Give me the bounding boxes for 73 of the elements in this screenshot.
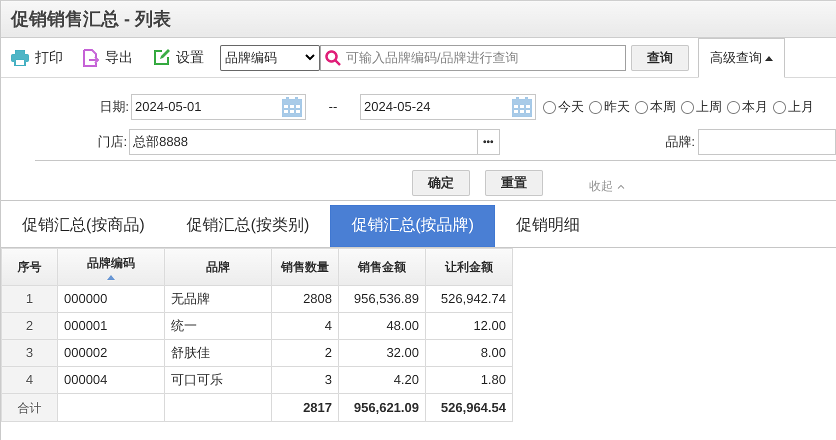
tab[interactable]: 促销汇总(按商品)	[1, 205, 166, 247]
toolbar-button[interactable]: 设置	[153, 47, 204, 68]
date-radio[interactable]: 上月	[773, 97, 814, 117]
calendar-icon[interactable]	[512, 97, 532, 117]
table-cell: 000001	[58, 312, 164, 340]
table-cell: 526,942.74	[426, 286, 512, 312]
row-number: 3	[2, 340, 58, 366]
date-label: 日期:	[98, 98, 130, 116]
toolbar-button[interactable]: 打印	[11, 47, 63, 68]
date-radio[interactable]: 本月	[727, 97, 768, 117]
advanced-search-tab[interactable]: 高级查询	[698, 38, 785, 78]
column-header[interactable]: 让利金额	[426, 248, 512, 286]
column-header[interactable]: 销售数量	[272, 248, 338, 286]
caret-up-icon	[765, 56, 773, 60]
date-radio[interactable]: 上周	[681, 97, 722, 117]
column-header[interactable]: 品牌编码	[58, 248, 164, 286]
tab[interactable]: 促销汇总(按品牌)	[330, 205, 495, 247]
printer-icon	[11, 50, 29, 66]
tab[interactable]: 促销汇总(按类别)	[166, 205, 330, 247]
column-header[interactable]: 品牌	[164, 248, 272, 286]
search-field[interactable]: 可输入品牌编码/品牌进行查询	[320, 44, 626, 70]
table-cell: 无品牌	[164, 286, 272, 312]
store-label: 门店:	[96, 133, 128, 152]
date-radio[interactable]: 今天	[543, 97, 584, 117]
calendar-icon[interactable]	[282, 97, 302, 117]
edit-icon	[153, 49, 170, 66]
table-cell: 32.00	[338, 340, 426, 366]
table-cell: 3	[272, 366, 338, 394]
search-icon	[325, 50, 341, 66]
chevron-up-icon	[617, 184, 625, 188]
table-cell: 12.00	[426, 312, 512, 340]
column-header[interactable]: 销售金额	[338, 248, 426, 286]
table-cell: 956,536.89	[338, 286, 426, 312]
brand-label: 品牌:	[664, 133, 696, 152]
table-cell: 8.00	[426, 340, 512, 366]
date-radio[interactable]: 昨天	[589, 97, 630, 117]
row-number: 1	[2, 286, 58, 312]
row-number: 4	[2, 366, 58, 394]
start-date-field[interactable]: 2024-05-01	[131, 94, 306, 120]
table-cell: 000002	[58, 340, 164, 366]
table-cell: 舒肤佳	[164, 340, 272, 366]
table-cell: 2808	[272, 286, 338, 312]
column-header[interactable]: 序号	[2, 248, 58, 286]
table-cell: 可口可乐	[164, 366, 272, 394]
export-file-icon	[83, 48, 99, 66]
table-cell: 48.00	[338, 312, 426, 340]
search-button[interactable]: 查询	[631, 44, 689, 70]
window-title: 促销销售汇总 - 列表	[11, 8, 171, 30]
confirm-button[interactable]: 确定	[412, 170, 470, 196]
table-cell: 统一	[164, 312, 272, 340]
brand-field[interactable]	[698, 129, 836, 155]
search-type-select[interactable]: 品牌编码	[220, 44, 320, 70]
chevron-down-icon	[305, 54, 315, 61]
total-cell: 526,964.54	[426, 394, 512, 422]
total-cell: 2817	[272, 394, 338, 422]
end-date-field[interactable]: 2024-05-24	[360, 94, 536, 120]
total-label: 合计	[2, 394, 58, 422]
store-field[interactable]: 总部8888	[129, 129, 477, 155]
date-radio[interactable]: 本周	[635, 97, 676, 117]
date-separator: --	[328, 98, 338, 116]
table-cell: 1.80	[426, 366, 512, 394]
table-cell: 4.20	[338, 366, 426, 394]
table-cell: 000004	[58, 366, 164, 394]
total-cell: 956,621.09	[338, 394, 426, 422]
row-number: 2	[2, 312, 58, 340]
table-cell: 000000	[58, 286, 164, 312]
table-cell: 2	[272, 340, 338, 366]
tab[interactable]: 促销明细	[494, 205, 601, 247]
browse-button[interactable]: •••	[476, 129, 500, 155]
toolbar-button[interactable]: 导出	[83, 47, 133, 68]
sort-ascending-icon	[107, 275, 115, 280]
table-cell: 4	[272, 312, 338, 340]
reset-button[interactable]: 重置	[485, 170, 543, 196]
